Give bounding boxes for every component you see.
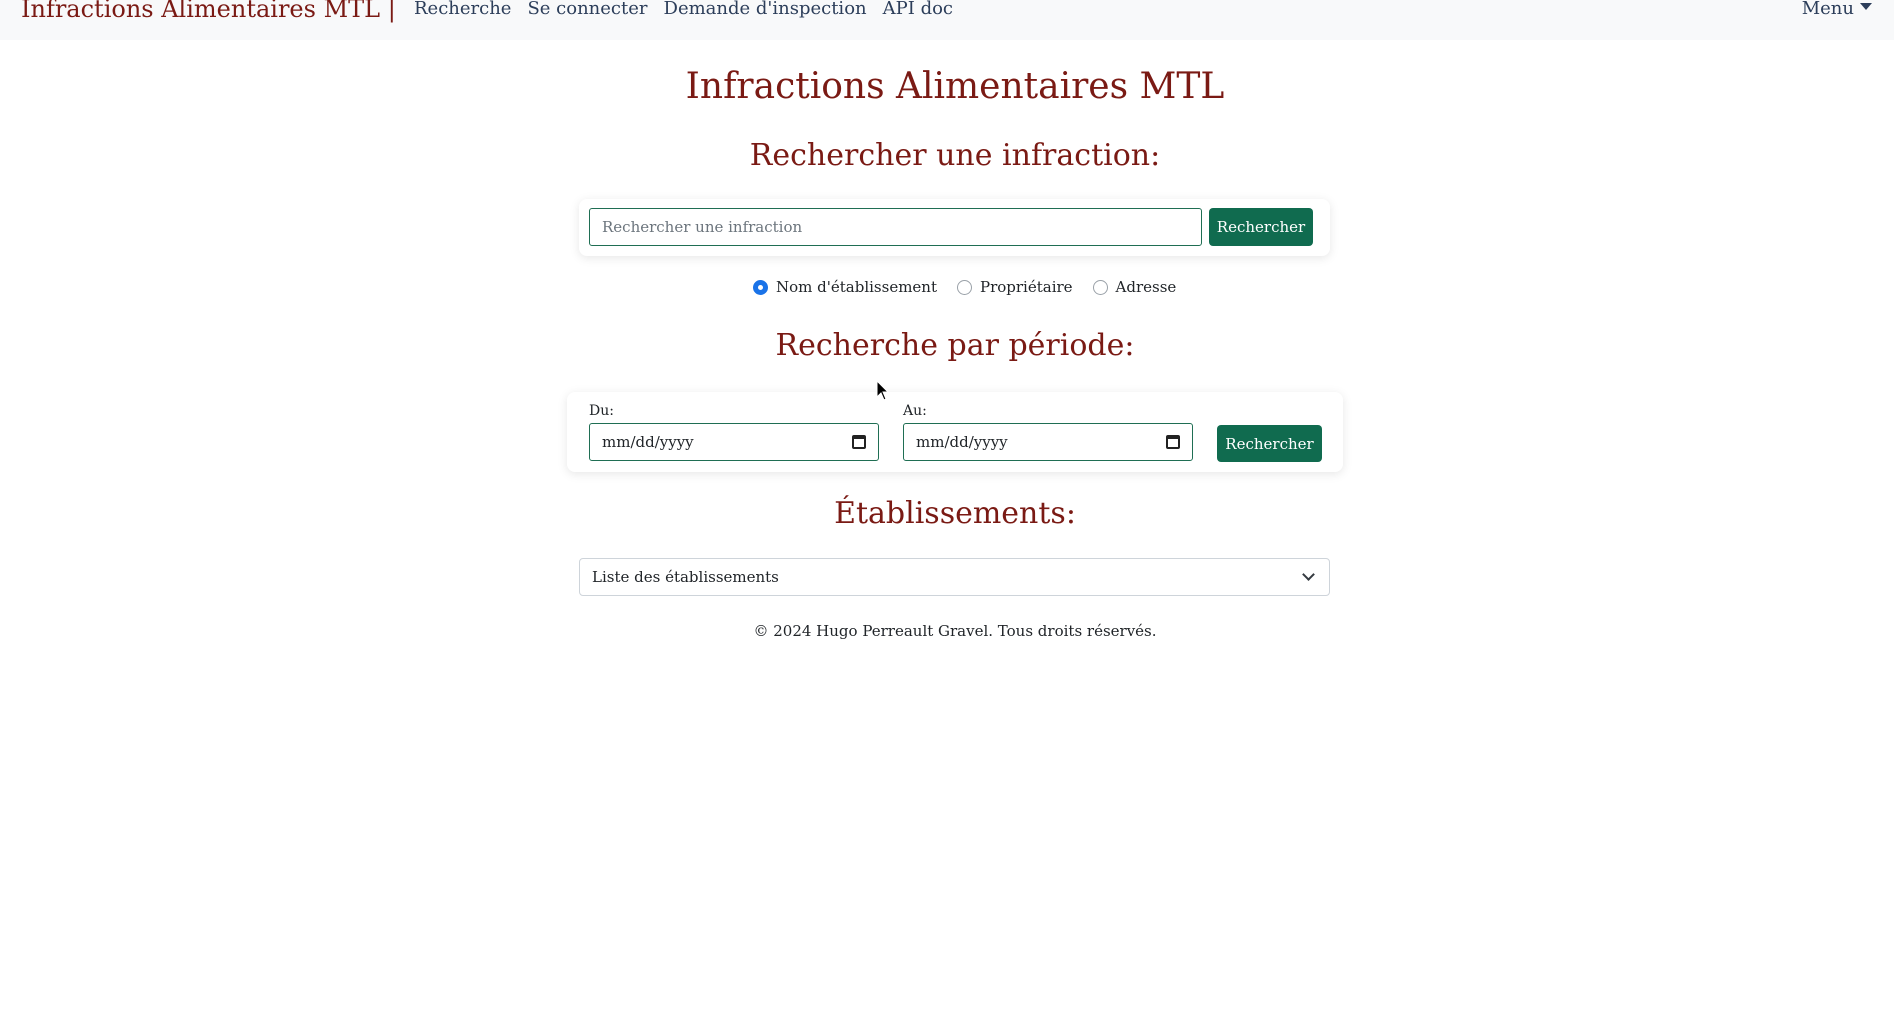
- search-input[interactable]: [589, 208, 1202, 246]
- nav-link-se-connecter[interactable]: Se connecter: [527, 0, 647, 19]
- radio-label: Propriétaire: [979, 278, 1073, 296]
- calendar-icon[interactable]: [852, 435, 866, 449]
- page-title: Infractions Alimentaires MTL: [685, 66, 1225, 107]
- caret-down-icon: [1860, 3, 1872, 10]
- date-to-label: Au:: [903, 403, 927, 419]
- navbar-brand[interactable]: Infractions Alimentaires MTL |: [21, 0, 396, 23]
- radio-unchecked-icon[interactable]: [1092, 279, 1108, 295]
- search-section-title: Rechercher une infraction:: [749, 138, 1161, 173]
- calendar-icon[interactable]: [1166, 435, 1180, 449]
- date-from-label: Du:: [589, 403, 614, 419]
- nav-links: Recherche Se connecter Demande d'inspect…: [414, 0, 953, 19]
- nav-link-demande-inspection[interactable]: Demande d'inspection: [664, 0, 867, 19]
- radio-checked-icon[interactable]: [753, 279, 768, 295]
- date-from-input[interactable]: mm/dd/yyyy: [589, 423, 879, 461]
- radio-adresse[interactable]: Adresse: [1092, 278, 1177, 296]
- search-button[interactable]: Rechercher: [1209, 208, 1313, 246]
- date-to-value: mm/dd/yyyy: [916, 433, 1008, 451]
- nav-link-recherche[interactable]: Recherche: [414, 0, 511, 19]
- establishments-section-title: Établissements:: [834, 496, 1076, 531]
- footer-copyright: © 2024 Hugo Perreault Gravel. Tous droit…: [753, 622, 1157, 640]
- top-navbar: Infractions Alimentaires MTL | Recherche…: [0, 0, 1894, 40]
- establishments-select[interactable]: Liste des établissements: [579, 558, 1330, 596]
- radio-unchecked-icon[interactable]: [956, 279, 972, 295]
- radio-nom-etablissement[interactable]: Nom d'établissement: [753, 278, 937, 296]
- period-section-title: Recherche par période:: [775, 328, 1135, 363]
- chevron-down-icon: [1302, 568, 1315, 581]
- radio-proprietaire[interactable]: Propriétaire: [956, 278, 1073, 296]
- date-to-input[interactable]: mm/dd/yyyy: [903, 423, 1193, 461]
- date-from-value: mm/dd/yyyy: [602, 433, 694, 451]
- radio-label: Adresse: [1115, 278, 1177, 296]
- nav-link-api-doc[interactable]: API doc: [883, 0, 953, 19]
- menu-label: Menu: [1801, 0, 1854, 19]
- search-type-radio-group: Nom d'établissement Propriétaire Adresse: [753, 278, 1196, 296]
- establishments-select-value: Liste des établissements: [592, 568, 779, 586]
- radio-label: Nom d'établissement: [776, 278, 937, 296]
- mouse-cursor-icon: [876, 380, 890, 401]
- period-search-button[interactable]: Rechercher: [1217, 425, 1322, 462]
- menu-dropdown-toggle[interactable]: Menu: [1802, 0, 1872, 19]
